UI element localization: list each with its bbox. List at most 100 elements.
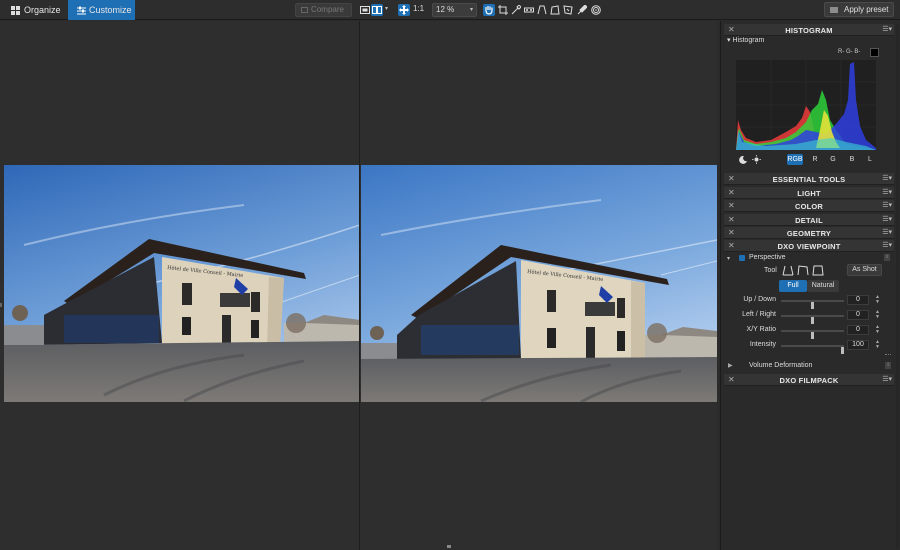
menu-icon[interactable]: ☰▾ (882, 25, 892, 33)
apply-preset-label: Apply preset (844, 5, 889, 14)
menu-icon[interactable]: ☰▾ (882, 375, 892, 383)
split-view-button[interactable] (371, 4, 383, 16)
channel-l-button[interactable]: L (862, 154, 878, 165)
zoom-value: 12 % (436, 5, 455, 14)
channel-b-button[interactable]: B (844, 154, 860, 165)
highlight-clipping-icon[interactable] (752, 155, 761, 166)
horizon-tool-button[interactable] (536, 4, 548, 16)
stepper-icon[interactable]: ▲ ▼ (875, 295, 880, 305)
shadow-clipping-icon[interactable] (739, 155, 747, 166)
single-view-button[interactable] (359, 4, 371, 16)
channel-r-button[interactable]: R (807, 154, 823, 165)
red-eye-icon (524, 7, 534, 13)
stepper-icon[interactable]: ▲ ▼ (875, 325, 880, 335)
left-right-value[interactable]: 0 (847, 310, 869, 320)
intensity-value[interactable]: 100 (847, 340, 869, 350)
geometry-header[interactable]: ✕ GEOMETRY ☰▾ (724, 227, 894, 239)
detail-header[interactable]: ✕ DETAIL ☰▾ (724, 214, 894, 226)
filmstrip-handle[interactable] (447, 545, 451, 548)
essential-tools-header[interactable]: ✕ ESSENTIAL TOOLS ☰▾ (724, 173, 894, 185)
color-title: COLOR (794, 202, 824, 211)
histogram-header[interactable]: ✕ HISTOGRAM ☰▾ (724, 24, 894, 36)
perspective-expand-icon[interactable]: ▾ (727, 255, 730, 262)
perspective-tool-button[interactable] (549, 4, 561, 16)
as-shot-button[interactable]: As Shot (847, 264, 882, 276)
menu-icon[interactable]: ☰▾ (882, 201, 892, 209)
repair-tool-button[interactable] (576, 4, 588, 16)
move-button[interactable] (398, 4, 410, 16)
split-divider[interactable] (359, 21, 360, 550)
tab-organize[interactable]: Organize (0, 0, 68, 20)
channel-rgb-button[interactable]: RGB (787, 154, 803, 165)
tool-label: Tool (764, 267, 777, 274)
resize-grip[interactable] (885, 354, 891, 356)
color-header[interactable]: ✕ COLOR ☰▾ (724, 200, 894, 212)
crop-tool-button[interactable] (497, 4, 509, 16)
geometry-title: GEOMETRY (786, 229, 832, 238)
left-edge-handle[interactable] (0, 303, 2, 307)
zoom-select[interactable]: 12 % ▾ (432, 3, 477, 17)
zoom-1to1-button[interactable]: 1:1 (413, 4, 424, 13)
perspective-8point-icon (812, 265, 824, 276)
intensity-slider-row: Intensity 100 ▲ ▼ (721, 340, 891, 354)
dxo-filmpack-header[interactable]: ✕ DXO FILMPACK ☰▾ (724, 374, 894, 386)
up-down-slider-row: Up / Down 0 ▲ ▼ (721, 295, 891, 309)
info-icon[interactable]: i (884, 254, 890, 261)
eyedropper-tool-button[interactable] (510, 4, 522, 16)
local-adjust-tool-button[interactable] (590, 4, 602, 16)
slider-thumb[interactable] (811, 332, 814, 339)
hand-icon (485, 6, 493, 15)
menu-icon[interactable]: ☰▾ (882, 228, 892, 236)
rgb-readout: R- G- B- (838, 49, 861, 55)
menu-icon[interactable]: ☰▾ (882, 241, 892, 249)
slider-thumb[interactable] (811, 317, 814, 324)
xy-ratio-value[interactable]: 0 (847, 325, 869, 335)
menu-icon[interactable]: ☰▾ (882, 174, 892, 182)
slider-thumb[interactable] (811, 302, 814, 309)
info-icon[interactable]: i (885, 362, 891, 369)
red-eye-tool-button[interactable] (523, 4, 535, 16)
compare-button[interactable]: Compare (295, 3, 352, 17)
perspective-rect-tool[interactable] (797, 265, 809, 276)
perspective-8point-tool[interactable] (812, 265, 824, 276)
volume-tool-button[interactable] (562, 4, 574, 16)
split-view-dropdown-icon[interactable]: ▾ (385, 5, 388, 12)
intensity-slider[interactable] (781, 345, 844, 354)
xy-ratio-slider[interactable] (781, 330, 844, 339)
photo-before[interactable]: Hôtel de Ville Conseil - Mairie (4, 165, 360, 402)
light-header[interactable]: ✕ LIGHT ☰▾ (724, 187, 894, 199)
perspective-4point-tool[interactable] (782, 265, 794, 276)
menu-icon[interactable]: ☰▾ (882, 188, 892, 196)
volume-deformation-row[interactable]: ▶ Volume Deformation i (724, 360, 894, 372)
mode-full-button[interactable]: Full (779, 280, 807, 292)
panel-scrollbar[interactable] (896, 24, 899, 549)
stepper-icon[interactable]: ▲ ▼ (875, 310, 880, 320)
stepper-icon[interactable]: ▲ ▼ (875, 340, 880, 350)
up-down-slider[interactable] (781, 300, 844, 309)
tab-organize-label: Organize (24, 5, 61, 15)
photo-after[interactable]: Hôtel de Ville Conseil - Mairie (361, 165, 717, 402)
compare-label: Compare (311, 5, 344, 14)
left-right-slider[interactable] (781, 315, 844, 324)
expand-arrow-icon[interactable]: ▶ (728, 362, 733, 369)
dxo-viewpoint-header[interactable]: ✕ DXO VIEWPOINT ☰▾ (724, 240, 894, 252)
channel-g-button[interactable]: G (825, 154, 841, 165)
eyedropper-icon (511, 5, 521, 15)
tab-customize[interactable]: Customize (68, 0, 135, 20)
histogram-subheader[interactable]: ▾ Histogram (727, 36, 764, 44)
xy-ratio-slider-row: X/Y Ratio 0 ▲ ▼ (721, 325, 891, 339)
slider-thumb[interactable] (841, 347, 844, 354)
apply-preset-button[interactable]: Apply preset (824, 2, 894, 17)
mode-natural-button[interactable]: Natural (807, 280, 839, 292)
building-photo-after: Hôtel de Ville Conseil - Mairie (361, 165, 717, 402)
repair-icon (577, 5, 587, 15)
perspective-enable-checkbox[interactable] (739, 255, 745, 261)
top-toolbar: Organize Customize Compare ▾ 1:1 12 % ▾ (0, 0, 900, 20)
hand-tool-button[interactable] (483, 4, 495, 16)
image-viewer[interactable]: Hôtel de Ville Conseil - Mairie Hôtel de… (0, 21, 717, 550)
menu-icon[interactable]: ☰▾ (882, 215, 892, 223)
up-down-value[interactable]: 0 (847, 295, 869, 305)
essential-tools-title: ESSENTIAL TOOLS (772, 175, 846, 184)
histogram-graph (736, 60, 876, 150)
dxo-filmpack-title: DXO FILMPACK (779, 376, 839, 385)
